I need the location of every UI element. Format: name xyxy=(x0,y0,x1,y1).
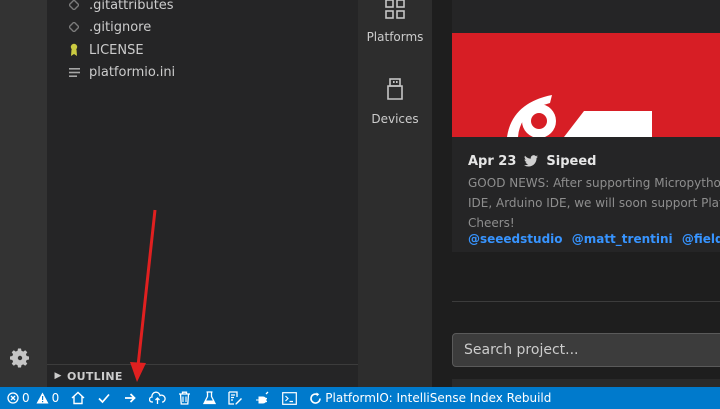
file-name: .gitattributes xyxy=(89,0,174,13)
pio-task-status[interactable]: PlatformIO: IntelliSense Index Rebuild xyxy=(303,387,557,409)
diamond-icon xyxy=(67,20,81,34)
twitter-icon[interactable] xyxy=(524,152,539,171)
file-item-license[interactable]: LICENSE xyxy=(67,39,144,61)
status-bar: 0 0 PlatformIO: IntelliSense Index Rebui… xyxy=(0,387,720,409)
check-icon xyxy=(97,391,111,405)
project-list-top xyxy=(452,379,720,387)
news-mentions: @seeedstudio @matt_trentini @field_ha xyxy=(468,232,720,246)
pio-serial-monitor-button[interactable] xyxy=(249,387,276,409)
warnings-count: 0 xyxy=(51,391,60,405)
platformio-sidebar: Platforms Devices xyxy=(358,0,432,387)
file-item-gitattributes[interactable]: .gitattributes xyxy=(67,0,174,16)
grid-icon xyxy=(384,0,406,24)
pio-build-button[interactable] xyxy=(91,387,117,409)
home-icon xyxy=(71,391,85,405)
pio-remote-upload-button[interactable] xyxy=(143,387,172,409)
task-status-label: PlatformIO: IntelliSense Index Rebuild xyxy=(325,391,552,405)
chevron-right-icon: ▶ xyxy=(54,371,62,381)
pio-test-button[interactable] xyxy=(197,387,222,409)
news-body: GOOD NEWS: After supporting Micropytho I… xyxy=(468,173,720,233)
cloud-upload-icon xyxy=(149,391,166,405)
warning-icon xyxy=(36,392,49,404)
problems-indicator[interactable]: 0 0 xyxy=(0,387,65,409)
news-body-line: GOOD NEWS: After supporting Micropytho xyxy=(468,176,720,190)
sync-spinner-icon xyxy=(309,392,322,405)
usb-device-icon xyxy=(384,78,406,106)
outline-section-header[interactable]: ▶ OUTLINE xyxy=(47,364,358,387)
explorer-panel: .gitattributes .gitignore LICENSE platfo… xyxy=(47,0,358,387)
news-body-line: IDE, Arduino IDE, we will soon support P… xyxy=(468,196,720,210)
nav-item-platforms[interactable]: Platforms xyxy=(358,0,432,44)
news-meta: Apr 23 Sipeed xyxy=(468,152,596,171)
file-name: LICENSE xyxy=(89,42,144,58)
file-name: .gitignore xyxy=(89,19,152,35)
pio-clean-button[interactable] xyxy=(172,387,197,409)
pio-run-task-button[interactable] xyxy=(222,387,249,409)
flask-icon xyxy=(203,391,217,405)
nav-label-platforms: Platforms xyxy=(366,30,424,44)
news-body-line: Cheers! xyxy=(468,216,515,230)
lines-icon xyxy=(67,65,81,79)
mention-link[interactable]: @field_ha xyxy=(682,232,720,246)
diamond-icon xyxy=(67,0,81,12)
terminal-icon xyxy=(282,391,298,405)
news-author[interactable]: Sipeed xyxy=(546,154,596,169)
pio-terminal-button[interactable] xyxy=(276,387,303,409)
license-icon xyxy=(67,43,81,57)
task-edit-icon xyxy=(228,391,243,405)
mention-link[interactable]: @matt_trentini xyxy=(572,232,673,246)
nav-item-devices[interactable]: Devices xyxy=(358,78,432,126)
outline-label: OUTLINE xyxy=(67,369,123,383)
errors-count: 0 xyxy=(22,391,30,405)
nav-label-devices: Devices xyxy=(371,112,419,126)
trash-icon xyxy=(178,391,191,405)
news-date: Apr 23 xyxy=(468,154,517,169)
pio-home-button[interactable] xyxy=(65,387,91,409)
file-item-gitignore[interactable]: .gitignore xyxy=(67,16,151,38)
error-icon xyxy=(7,392,19,404)
plug-icon xyxy=(255,391,270,405)
divider xyxy=(452,301,720,302)
mention-link[interactable]: @seeedstudio xyxy=(468,232,563,246)
search-project-input[interactable] xyxy=(452,333,720,367)
arrow-right-icon xyxy=(123,391,137,405)
activity-bar xyxy=(0,0,47,387)
news-image[interactable] xyxy=(452,33,720,137)
platformio-home: Apr 23 Sipeed GOOD NEWS: After supportin… xyxy=(432,0,720,387)
file-name: platformio.ini xyxy=(89,64,176,80)
vscode-window: .gitattributes .gitignore LICENSE platfo… xyxy=(0,0,720,409)
gear-icon[interactable] xyxy=(8,346,32,370)
file-item-platformio-ini[interactable]: platformio.ini xyxy=(67,61,175,83)
news-card: Apr 23 Sipeed GOOD NEWS: After supportin… xyxy=(452,0,720,252)
pio-upload-button[interactable] xyxy=(117,387,143,409)
